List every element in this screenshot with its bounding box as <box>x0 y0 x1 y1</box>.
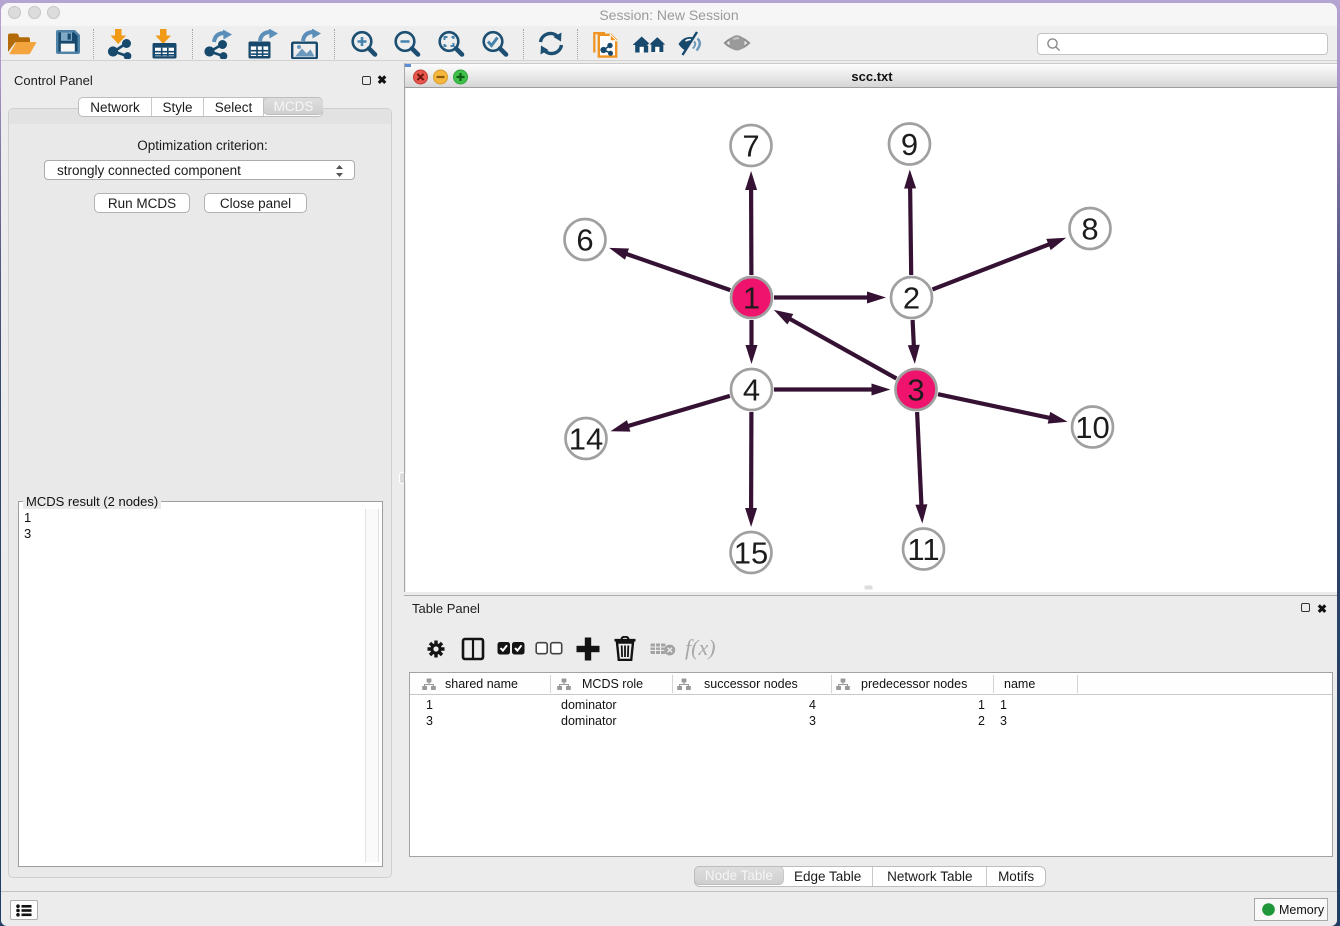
svg-text:10: 10 <box>1075 410 1109 445</box>
svg-text:11: 11 <box>907 532 939 567</box>
svg-text:2: 2 <box>903 281 920 316</box>
svg-text:9: 9 <box>901 127 918 162</box>
svg-text:1: 1 <box>743 281 760 316</box>
svg-text:4: 4 <box>743 373 760 408</box>
svg-text:8: 8 <box>1081 212 1098 247</box>
svg-text:7: 7 <box>742 129 759 164</box>
svg-text:14: 14 <box>569 422 603 457</box>
svg-text:3: 3 <box>907 373 924 408</box>
svg-text:6: 6 <box>576 223 593 258</box>
svg-text:15: 15 <box>734 536 768 571</box>
